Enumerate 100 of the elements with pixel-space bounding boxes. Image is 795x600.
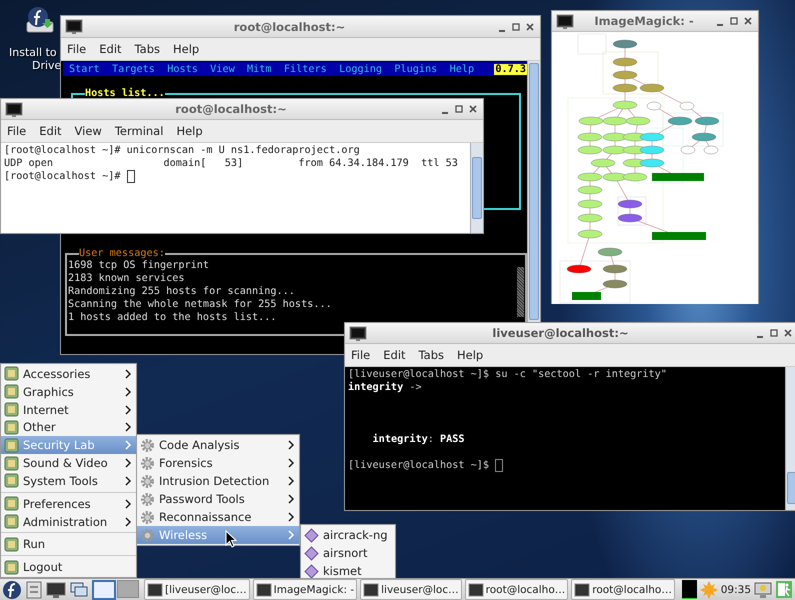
menu-item[interactable]: Start <box>69 64 100 74</box>
menu-item[interactable]: View <box>74 124 102 138</box>
monitor-icon[interactable] <box>46 580 66 600</box>
menu-item[interactable]: Run <box>1 535 136 554</box>
maximize-button[interactable] <box>510 20 522 32</box>
chevron-right-icon <box>287 439 295 451</box>
menu-item[interactable]: Logging <box>339 64 382 74</box>
close-button[interactable] <box>467 103 479 115</box>
graph-node <box>680 146 696 154</box>
menu-item[interactable]: Help <box>450 64 474 74</box>
scrollbar[interactable] <box>527 61 540 323</box>
menu-item[interactable]: Edit <box>383 348 406 362</box>
menu-item[interactable]: Filters <box>284 64 327 74</box>
menu-item[interactable]: Intrusion Detection <box>137 472 299 490</box>
clock[interactable]: 09:35 <box>720 584 751 596</box>
taskbar-button[interactable]: root@localho… <box>464 579 568 600</box>
workspace-pager[interactable] <box>92 580 116 600</box>
close-button[interactable] <box>742 15 754 27</box>
menu-item[interactable]: Password Tools <box>137 490 299 508</box>
workspace-pager[interactable] <box>117 580 139 598</box>
menu-item[interactable]: Internet <box>1 400 136 418</box>
taskbar-button[interactable]: [liveuser@loc… <box>144 579 250 600</box>
scrollbar[interactable] <box>470 143 483 233</box>
maximize-button[interactable] <box>768 327 780 339</box>
file-cabinet-icon[interactable] <box>25 580 43 600</box>
taskbar-button[interactable]: liveuser@loc… <box>360 579 462 600</box>
app-icon <box>4 402 19 418</box>
menu-item[interactable]: aircrack-ng <box>301 526 395 544</box>
scrollbar-thumb[interactable] <box>529 63 539 320</box>
maximize-button[interactable] <box>453 103 465 115</box>
graph-node <box>612 70 638 80</box>
graph-node <box>598 248 622 256</box>
menu-item[interactable]: Reconnaissance <box>137 508 299 526</box>
menu-item[interactable]: Accessories <box>1 365 136 383</box>
menu-item[interactable]: Help <box>176 124 203 138</box>
menu-item[interactable]: Code Analysis <box>137 436 299 454</box>
graph-node <box>640 146 664 154</box>
menu-item[interactable]: Forensics <box>137 454 299 472</box>
menu-item[interactable]: Preferences <box>1 494 136 513</box>
graph-node <box>578 230 602 238</box>
scrollbar-thumb[interactable] <box>472 157 482 219</box>
message-line: Scanning the whole netmask for 255 hosts... <box>68 298 333 311</box>
fedora-logo-icon[interactable] <box>2 580 22 600</box>
menu-item[interactable]: File <box>351 348 370 362</box>
icon-label[interactable]: Drive <box>32 59 62 72</box>
app-icon <box>4 560 19 575</box>
terminal-line: integrity: PASS <box>372 433 466 446</box>
menu-item[interactable]: Tabs <box>134 42 160 56</box>
taskbar-button[interactable]: ImageMagick: - <box>252 579 358 600</box>
network-monitor-icon[interactable] <box>754 580 772 598</box>
chevron-right-icon <box>124 421 132 434</box>
graph-node <box>578 146 602 154</box>
menu-item[interactable]: Targets <box>112 64 155 74</box>
message-line: Randomizing 255 hosts for scanning... <box>68 285 296 298</box>
menu-item[interactable]: File <box>7 124 26 138</box>
icon-label[interactable]: Install to <box>9 46 57 59</box>
graph-node <box>602 264 628 274</box>
app-icon <box>4 420 19 435</box>
scrollbar-thumb[interactable] <box>787 472 795 504</box>
drive-icon[interactable] <box>25 6 55 34</box>
text-cursor <box>495 459 504 472</box>
menu-item[interactable]: File <box>67 42 86 56</box>
menu-item[interactable]: System Tools <box>1 472 136 490</box>
diamond-icon <box>304 546 319 560</box>
menu-item[interactable]: Administration <box>1 512 136 530</box>
chevron-right-icon <box>287 457 295 469</box>
taskbar-button[interactable]: root@localho… <box>571 579 675 600</box>
menu-item[interactable]: Terminal <box>114 124 164 138</box>
menu-item[interactable]: kismet <box>301 562 395 580</box>
menu-item[interactable]: Sound & Video <box>1 454 136 472</box>
close-button[interactable] <box>782 327 794 339</box>
menu-item[interactable]: Help <box>173 42 200 56</box>
menu-item[interactable]: Other <box>1 418 136 436</box>
graph-node <box>652 232 706 240</box>
terminal-line: [root@localhost ~]# unicornscan -m U ns1.fedoraproject.org <box>4 144 361 157</box>
menu-item[interactable]: Edit <box>99 42 122 56</box>
graph-node <box>612 40 638 48</box>
close-button[interactable] <box>524 20 536 32</box>
scrollbar[interactable] <box>785 367 795 510</box>
menu-item[interactable]: Edit <box>39 124 62 138</box>
menu-item[interactable]: Hosts <box>167 64 198 74</box>
graph-node <box>578 172 602 182</box>
menu-item[interactable]: Logout <box>1 558 136 576</box>
menu-item[interactable]: airsnort <box>301 544 395 562</box>
graph-node <box>668 116 692 126</box>
menu-item[interactable]: Graphics <box>1 382 136 401</box>
windows-icon[interactable] <box>69 580 89 600</box>
menu-item[interactable]: Tabs <box>418 348 444 362</box>
maximize-button[interactable] <box>728 15 740 27</box>
scroll-indicator <box>517 267 524 317</box>
graph-node <box>602 172 628 182</box>
menu-item[interactable]: View <box>210 64 235 74</box>
menu-item[interactable]: Help <box>457 348 484 362</box>
graph-node <box>692 132 716 142</box>
graph-node <box>680 102 694 110</box>
menu-item[interactable]: Plugins <box>394 64 438 74</box>
terminal-icon <box>349 326 367 340</box>
terminal-line: integrity -> <box>348 381 423 394</box>
app-icon <box>4 496 19 512</box>
menu-item[interactable]: Mitm <box>247 64 272 74</box>
